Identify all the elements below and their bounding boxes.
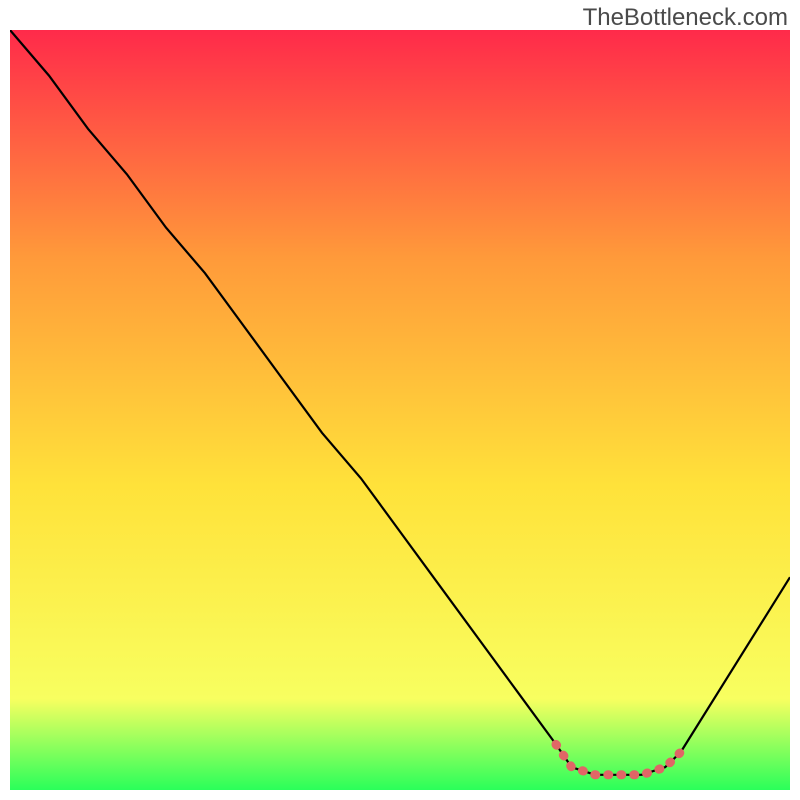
chart-svg [10,30,790,790]
chart-container: TheBottleneck.com [0,0,800,800]
gradient-background [10,30,790,790]
watermark-text: TheBottleneck.com [583,4,788,32]
chart-plot [10,30,790,790]
